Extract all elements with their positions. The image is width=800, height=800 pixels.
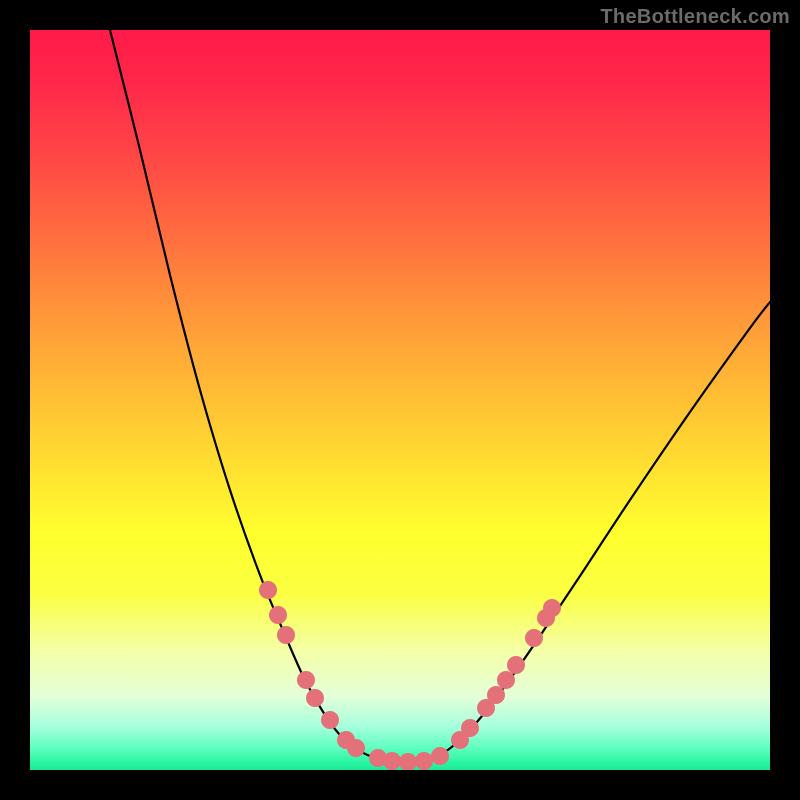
data-point: [347, 739, 365, 757]
watermark-text: TheBottleneck.com: [600, 6, 790, 29]
data-point: [543, 599, 561, 617]
data-point: [277, 626, 295, 644]
data-point-markers: [259, 581, 561, 770]
data-point: [321, 711, 339, 729]
chart-frame: TheBottleneck.com: [0, 0, 800, 800]
data-point: [507, 656, 525, 674]
data-point: [399, 753, 417, 770]
data-point: [383, 752, 401, 770]
data-point: [487, 686, 505, 704]
bottleneck-curve: [110, 30, 770, 762]
data-point: [259, 581, 277, 599]
data-point: [497, 671, 515, 689]
data-point: [269, 606, 287, 624]
data-point: [461, 719, 479, 737]
curve-layer: [30, 30, 770, 770]
data-point: [415, 752, 433, 770]
data-point: [431, 747, 449, 765]
data-point: [297, 671, 315, 689]
plot-area: [30, 30, 770, 770]
data-point: [525, 629, 543, 647]
data-point: [306, 689, 324, 707]
